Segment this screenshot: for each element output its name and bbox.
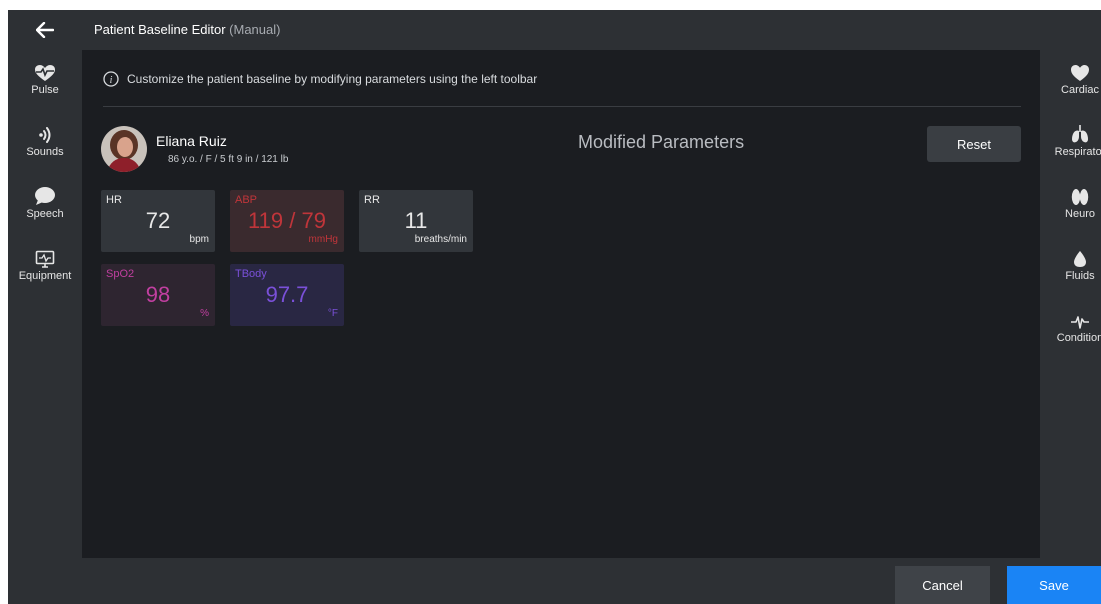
sidebar-item-equipment[interactable]: Equipment: [8, 246, 82, 282]
sidebar-item-label: Neuro: [1065, 208, 1095, 220]
sidebar-item-label: Fluids: [1065, 270, 1095, 282]
vital-unit: bpm: [189, 234, 209, 245]
vital-unit: breaths/min: [414, 234, 467, 245]
arrow-left-icon: [36, 22, 54, 38]
vital-tile-hr[interactable]: HR 72 bpm: [101, 190, 215, 252]
waveform-icon: [1070, 308, 1090, 330]
sidebar-item-respirator[interactable]: Respirator: [1040, 122, 1101, 158]
app-window: Patient Baseline Editor (Manual) Pulse S…: [8, 10, 1101, 604]
lungs-icon: [1071, 122, 1089, 144]
divider: [103, 106, 1021, 107]
sound-waves-icon: [37, 122, 53, 144]
sidebar-item-label: Pulse: [31, 84, 59, 96]
vital-tile-abp[interactable]: ABP 119 / 79 mmHg: [230, 190, 344, 252]
vital-label: ABP: [235, 194, 258, 206]
reset-button[interactable]: Reset: [927, 126, 1021, 162]
vital-unit: °F: [327, 308, 338, 319]
page-title-text: Patient Baseline Editor: [94, 22, 226, 37]
sidebar-item-cardiac[interactable]: Cardiac: [1040, 60, 1101, 96]
vital-unit: %: [200, 308, 209, 319]
vital-value: 97.7: [265, 282, 309, 307]
speech-bubble-icon: [34, 184, 56, 206]
sidebar-item-pulse[interactable]: Pulse: [8, 60, 82, 96]
sidebar-item-label: Speech: [26, 208, 64, 220]
sidebar-item-label: Sounds: [26, 146, 64, 158]
sidebar-item-neuro[interactable]: Neuro: [1040, 184, 1101, 220]
svg-text:i: i: [110, 75, 113, 86]
heart-icon: [1070, 60, 1090, 82]
sidebar-item-fluids[interactable]: Fluids: [1040, 246, 1101, 282]
main-panel: i Customize the patient baseline by modi…: [82, 50, 1040, 558]
vital-value: 98: [145, 282, 171, 307]
sidebar-item-label: Respirator: [1054, 146, 1101, 158]
vital-tile-rr[interactable]: RR 11 breaths/min: [359, 190, 473, 252]
sidebar-item-label: Equipment: [18, 270, 72, 282]
save-button[interactable]: Save: [1007, 566, 1101, 604]
vital-label: HR: [106, 194, 122, 206]
back-button[interactable]: [8, 10, 82, 50]
sidebar-item-label: Condition: [1056, 332, 1101, 344]
sidebar-item-label: Cardiac: [1061, 84, 1099, 96]
bottom-bar: Cancel Save: [8, 558, 1101, 604]
drop-icon: [1073, 246, 1087, 268]
vital-tile-tbody[interactable]: TBody 97.7 °F: [230, 264, 344, 326]
vital-tile-spo2[interactable]: SpO2 98 %: [101, 264, 215, 326]
info-banner: i Customize the patient baseline by modi…: [103, 71, 537, 87]
cancel-button[interactable]: Cancel: [895, 566, 990, 604]
vital-label: RR: [364, 194, 380, 206]
vital-value: 11: [404, 208, 428, 233]
brain-icon: [1071, 184, 1089, 206]
page-title-mode: (Manual): [229, 22, 281, 37]
vital-unit: mmHg: [308, 234, 338, 245]
heart-pulse-icon: [34, 60, 56, 82]
patient-name: Eliana Ruiz: [156, 133, 227, 149]
right-sidebar: Cardiac Respirator Neuro Fluids Conditio…: [1040, 50, 1101, 558]
vital-value: 72: [145, 208, 171, 233]
patient-details: 86 y.o. / F / 5 ft 9 in / 121 lb: [168, 154, 289, 165]
vital-label: TBody: [235, 268, 267, 280]
sidebar-item-speech[interactable]: Speech: [8, 184, 82, 220]
left-sidebar: Pulse Sounds Speech Equipment: [8, 50, 82, 558]
patient-avatar: [101, 126, 147, 172]
info-text: Customize the patient baseline by modify…: [127, 72, 538, 86]
sidebar-item-condition[interactable]: Condition: [1040, 308, 1101, 344]
vital-label: SpO2: [106, 268, 135, 280]
monitor-icon: [35, 246, 55, 268]
vital-value: 119 / 79: [248, 208, 326, 233]
info-icon: i: [103, 71, 119, 87]
modified-parameters-title: Modified Parameters: [578, 132, 745, 152]
page-title: Patient Baseline Editor (Manual): [94, 22, 280, 37]
sidebar-item-sounds[interactable]: Sounds: [8, 122, 82, 158]
top-bar: Patient Baseline Editor (Manual): [8, 10, 1101, 50]
